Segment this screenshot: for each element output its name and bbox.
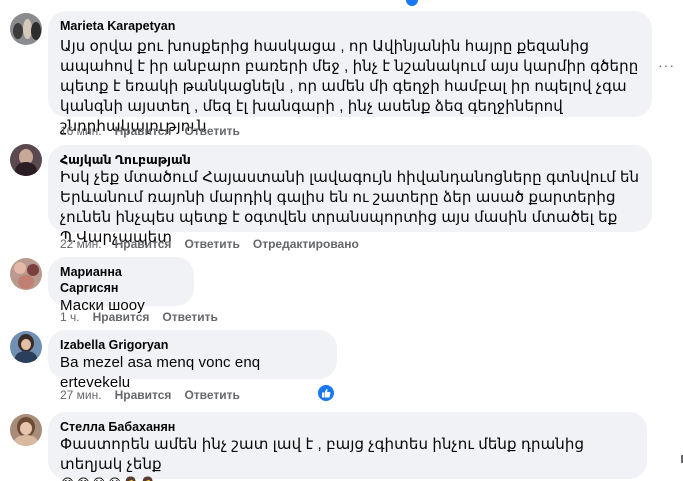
avatar[interactable]	[10, 144, 42, 176]
comment-bubble: Izabella Grigoryan Ba mezel asa menq von…	[48, 330, 337, 391]
comment-time[interactable]: 16 мин.	[60, 124, 102, 138]
comment-text: Փաստորեն ամեն ինչ շատ լավ է , բայց չգիտե…	[60, 436, 585, 473]
comment-bubble: Стелла Бабаханян Փաստորեն ամեն ինչ շատ լ…	[48, 412, 647, 481]
like-reaction-icon[interactable]	[317, 384, 335, 402]
comment-actions: 27 мин. Нравится Ответить	[60, 388, 253, 402]
comment-text: Իսկ չեք մտածում Հայաստանի լավագույն հիվա…	[60, 169, 640, 246]
like-button[interactable]: Нравится	[115, 124, 172, 138]
comment-actions: 16 мин. Нравится Ответить	[60, 124, 253, 138]
comment-time[interactable]: 22 мин.	[60, 237, 102, 251]
more-options-icon[interactable]: ···	[658, 57, 675, 73]
comment-author[interactable]: Izabella Grigoryan	[60, 337, 325, 353]
comment-time[interactable]: 1 ч.	[60, 310, 80, 324]
reply-button[interactable]: Ответить	[162, 310, 217, 324]
comment-bubble: Marieta Karapetyan Այս օրվա քու խոսքերից…	[48, 11, 652, 135]
comment-bubble: Հայկան Ղուբաթյան Իսկ չեք մտածում Հայաստա…	[48, 145, 652, 246]
like-button[interactable]: Нравится	[93, 310, 150, 324]
like-button[interactable]: Нравится	[115, 237, 172, 251]
comment-text: Այս օրվա քու խոսքերից հասկացա , որ Ավինյ…	[60, 38, 639, 135]
notification-dot	[406, 0, 418, 6]
comment-bubble: Марианна Саргисян Маски шоoу	[48, 257, 194, 314]
avatar[interactable]	[10, 258, 42, 290]
comment-author[interactable]: Стелла Бабаханян	[60, 419, 635, 435]
comment-actions: 1 ч. Нравится Ответить	[60, 310, 231, 324]
comment-text: Ba mezel asa menq vonc enq ertevekelu	[60, 354, 261, 391]
reply-button[interactable]: Ответить	[184, 237, 239, 251]
like-button[interactable]: Нравится	[115, 388, 172, 402]
avatar[interactable]	[10, 13, 42, 45]
reply-button[interactable]: Ответить	[184, 388, 239, 402]
comment-actions: 22 мин. Нравится Ответить Отредактирован…	[60, 237, 372, 251]
comment-emojis: 😂😂😭😭🤦‍♀️🤦‍♀️:	[60, 475, 635, 481]
avatar[interactable]	[10, 331, 42, 363]
comment-author[interactable]: Марианна Саргисян	[60, 264, 182, 296]
comment-time[interactable]: 27 мин.	[60, 388, 102, 402]
comment-author[interactable]: Հայկան Ղուբաթյան	[60, 152, 640, 168]
avatar[interactable]	[10, 414, 42, 446]
edited-label: Отредактировано	[252, 237, 359, 251]
reply-button[interactable]: Ответить	[184, 124, 239, 138]
comment-author[interactable]: Marieta Karapetyan	[60, 18, 640, 34]
